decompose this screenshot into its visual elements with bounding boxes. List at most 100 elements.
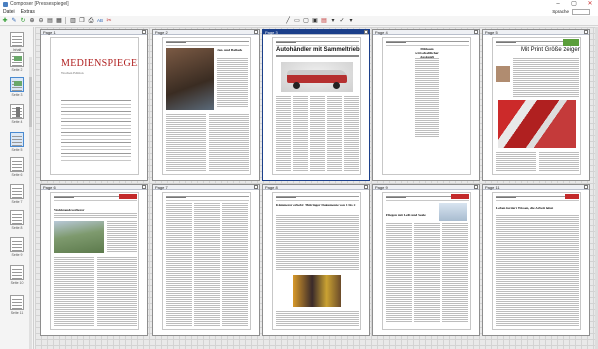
page-label: Page 11 (483, 185, 589, 190)
page-card[interactable]: Page 1 MEDIENSPIEGEL Wochen Edition (40, 29, 148, 181)
image-icon[interactable]: ▣ (311, 17, 319, 25)
sidebar-thumbnail[interactable] (10, 295, 24, 310)
page-card[interactable]: Page 9 Fliegen mit Leib und Seele (372, 184, 480, 336)
page-select-checkbox[interactable] (254, 185, 258, 189)
rule (276, 200, 359, 201)
page-card[interactable]: Page 4 Mühsam wirtschaftlicher Auskunft (372, 29, 480, 181)
text-column (107, 221, 137, 253)
page-select-checkbox[interactable] (142, 185, 146, 189)
page-select-checkbox[interactable] (254, 30, 258, 34)
page-preview: Kämmerer erhebt: Thüringer Dokumente von… (272, 192, 361, 330)
sidebar-thumbnail[interactable] (10, 77, 24, 92)
sidebar-thumbnail[interactable] (10, 32, 24, 47)
text-column (344, 96, 359, 172)
check-icon[interactable]: ✓ (338, 17, 346, 25)
sidebar-thumbnail[interactable] (10, 104, 24, 119)
article-headline: Wohlstandsverlierer (54, 208, 85, 212)
masthead (276, 197, 296, 198)
photo-image (166, 48, 214, 110)
rule (61, 152, 131, 154)
magazine-collage (498, 100, 576, 148)
rule (61, 100, 131, 101)
page-select-checkbox[interactable] (474, 185, 478, 189)
rule (54, 200, 137, 201)
brand-logo (563, 39, 579, 46)
sidebar-thumbnail-label: Seite 9 (11, 253, 23, 257)
copy-icon[interactable]: ❐ (78, 17, 86, 25)
page-card[interactable]: Page 7 (152, 184, 260, 336)
page-preview: Jan. und Ballack (162, 37, 251, 175)
stamp-icon[interactable]: ▾ (329, 17, 337, 25)
close-button[interactable]: ✕ (582, 0, 598, 8)
text-column (276, 215, 359, 271)
page-card[interactable]: Page 11 Leben fordert Wissen, die Arbeit … (482, 184, 590, 336)
rule (386, 200, 469, 201)
app-window: Composer [Pressespiegel] – ▢ ✕ Datei Ext… (0, 0, 598, 349)
portrait-image (496, 66, 510, 82)
page-select-checkbox[interactable] (584, 185, 588, 189)
sidebar-thumbnail[interactable] (10, 132, 24, 147)
minimize-button[interactable]: – (550, 0, 566, 8)
sidebar-thumbnail[interactable] (10, 237, 24, 252)
page-card[interactable]: Page 3 Autohändler mit Sammeltrieb (262, 29, 370, 181)
page-select-checkbox[interactable] (364, 30, 368, 34)
dropdown-icon[interactable]: ▾ (347, 17, 355, 25)
masthead (54, 197, 74, 198)
text-column (222, 203, 248, 327)
page-card[interactable]: Page 5 Mit Print Größe zeigen (482, 29, 590, 181)
rule (496, 200, 579, 201)
sidebar-thumbnail[interactable] (10, 157, 24, 172)
wand-icon[interactable]: ✎ (10, 17, 18, 25)
pdf-icon[interactable]: ▤ (320, 17, 328, 25)
rect-icon[interactable]: ▭ (293, 17, 301, 25)
bus-wheel (293, 82, 300, 89)
page-card[interactable]: Page 2 Jan. und Ballack (152, 29, 260, 181)
sidebar-thumbnail-label: Seite 3 (11, 93, 23, 97)
page-select-checkbox[interactable] (142, 30, 146, 34)
text-column (97, 257, 137, 327)
menu-extras[interactable]: Extras (18, 8, 38, 16)
rule (61, 128, 131, 129)
sidebar-thumbnail[interactable] (10, 52, 24, 67)
rule (166, 200, 249, 201)
stage-photo (293, 275, 341, 307)
page-card[interactable]: Page 6 Wohlstandsverlierer (40, 184, 148, 336)
page-select-checkbox[interactable] (364, 185, 368, 189)
tag-icon[interactable]: ✂ (105, 17, 113, 25)
rule (276, 45, 359, 46)
text-icon[interactable]: AB (96, 17, 104, 25)
cover-headline: MEDIENSPIEGEL (61, 58, 139, 69)
page-select-checkbox[interactable] (474, 30, 478, 34)
note-icon[interactable]: ▢ (302, 17, 310, 25)
zoom-in-icon[interactable]: ⊕ (28, 17, 36, 25)
sidebar-thumbnail-label: Seite 11 (10, 311, 24, 315)
text-column (496, 152, 536, 172)
sidebar-thumbnail[interactable] (10, 184, 24, 199)
maximize-button[interactable]: ▢ (566, 0, 582, 8)
refresh-icon[interactable]: ↻ (19, 17, 27, 25)
sidebar-thumbnail-label: Seite 6 (11, 173, 23, 177)
sidebar-thumbnail[interactable] (10, 210, 24, 225)
zoom-out-icon[interactable]: ⊖ (37, 17, 45, 25)
cover-subtitle: Wochen Edition (61, 71, 84, 75)
page-card[interactable]: Page 8 Kämmerer erhebt: Thüringer Dokumen… (262, 184, 370, 336)
grid-icon[interactable]: ▦ (55, 17, 63, 25)
masthead (166, 42, 186, 43)
menu-datei[interactable]: Datei (0, 8, 18, 16)
sidebar-thumbnail[interactable] (10, 265, 24, 280)
pen-icon[interactable]: ╱ (284, 17, 292, 25)
aerial-photo (54, 221, 104, 253)
app-icon (3, 1, 8, 7)
add-icon[interactable]: ✚ (1, 17, 9, 25)
page-label: Page 9 (373, 185, 479, 190)
rule (61, 135, 131, 136)
rule (61, 121, 131, 122)
language-select[interactable] (572, 9, 590, 15)
layout-icon[interactable]: ▥ (69, 17, 77, 25)
page-preview: Mit Print Größe zeigen (492, 37, 581, 175)
print-icon[interactable]: ⎙ (87, 17, 95, 25)
page-icon[interactable]: ▤ (46, 17, 54, 25)
rule (61, 131, 131, 133)
page-select-checkbox[interactable] (584, 30, 588, 34)
rule (61, 117, 131, 119)
